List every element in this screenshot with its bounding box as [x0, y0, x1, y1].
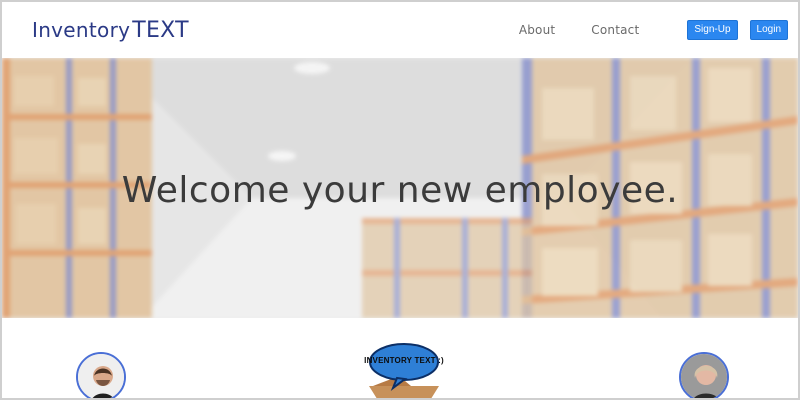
- login-button[interactable]: Login: [749, 20, 788, 40]
- team-avatar-right: [679, 352, 729, 398]
- nav-links: About Contact Sign-Up Login: [519, 2, 788, 58]
- nav-contact-link[interactable]: Contact: [591, 23, 639, 37]
- inventory-text-logo: INVENTORY TEXT :): [359, 342, 449, 398]
- top-navbar: Inventory TEXT About Contact Sign-Up Log…: [2, 2, 798, 58]
- signup-button[interactable]: Sign-Up: [687, 20, 738, 40]
- person-avatar-icon: [78, 354, 124, 398]
- logo-text: INVENTORY TEXT :): [364, 356, 444, 365]
- brand-inventory: Inventory: [32, 17, 131, 42]
- brand-logo[interactable]: Inventory TEXT: [32, 18, 189, 43]
- person-avatar-icon: [681, 354, 727, 398]
- app-frame: Inventory TEXT About Contact Sign-Up Log…: [0, 0, 800, 400]
- box-speech-bubble-logo: [369, 343, 439, 398]
- nav-about-link[interactable]: About: [519, 23, 555, 37]
- team-section: INVENTORY TEXT :): [2, 318, 798, 398]
- hero-title: Welcome your new employee.: [121, 170, 679, 211]
- brand-text: TEXT: [132, 17, 189, 43]
- team-avatar-left: [76, 352, 126, 398]
- hero-banner: Welcome your new employee.: [2, 58, 798, 318]
